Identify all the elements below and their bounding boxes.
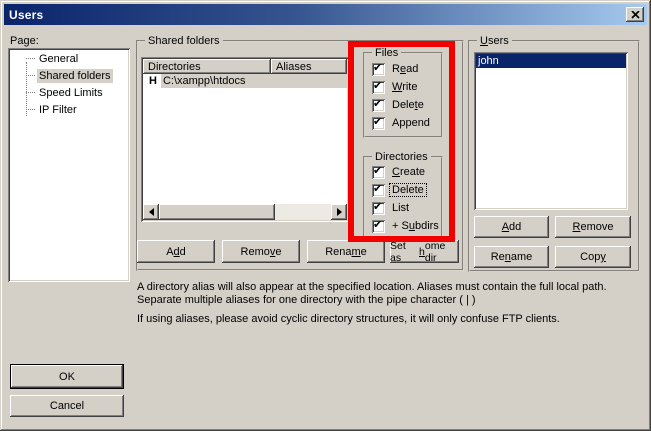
column-header-aliases[interactable]: Aliases bbox=[271, 59, 347, 74]
users-group-label: Users bbox=[477, 35, 512, 47]
tree-line bbox=[26, 92, 35, 93]
shared-folder-row[interactable]: H C:\xampp\htdocs bbox=[143, 74, 347, 88]
users-dialog: Users Page: General Shared folders Speed… bbox=[0, 0, 651, 431]
title-bar[interactable]: Users bbox=[4, 4, 647, 25]
tree-line bbox=[26, 109, 35, 110]
remove-user-button[interactable]: Remove bbox=[555, 216, 631, 238]
scrollbar-track[interactable] bbox=[275, 204, 331, 220]
tree-line bbox=[26, 58, 35, 59]
ok-button[interactable]: OK bbox=[10, 364, 124, 389]
alias-warning-text: If using aliases, please avoid cyclic di… bbox=[137, 313, 647, 326]
set-as-home-dir-button[interactable]: Set as home dir bbox=[390, 240, 459, 263]
shared-folders-group-label: Shared folders bbox=[145, 35, 223, 47]
tree-item-speed-limits[interactable]: Speed Limits bbox=[10, 84, 128, 101]
cancel-button[interactable]: Cancel bbox=[10, 395, 124, 417]
scrollbar-thumb[interactable] bbox=[159, 204, 275, 220]
shared-folders-list[interactable]: Directories Aliases H C:\xampp\htdocs bbox=[141, 57, 349, 222]
tree-line bbox=[26, 75, 35, 76]
copy-user-button[interactable]: Copy bbox=[555, 246, 631, 268]
page-label: Page: bbox=[10, 35, 39, 47]
scroll-right-button[interactable] bbox=[331, 204, 347, 220]
home-marker: H bbox=[143, 75, 161, 87]
window-title: Users bbox=[4, 8, 43, 22]
annotation-rectangle bbox=[348, 41, 455, 242]
rename-user-button[interactable]: Rename bbox=[474, 246, 549, 268]
column-header-directories[interactable]: Directories bbox=[143, 59, 271, 74]
horizontal-scrollbar[interactable] bbox=[143, 204, 347, 220]
scroll-right-icon bbox=[337, 208, 342, 216]
remove-folder-button[interactable]: Remove bbox=[222, 240, 300, 263]
scroll-left-icon bbox=[149, 208, 154, 216]
alias-description-text: A directory alias will also appear at th… bbox=[137, 281, 647, 307]
list-header: Directories Aliases bbox=[143, 59, 347, 74]
rename-folder-button[interactable]: Rename bbox=[307, 240, 385, 263]
page-tree[interactable]: General Shared folders Speed Limits IP F… bbox=[8, 48, 130, 282]
directory-path: C:\xampp\htdocs bbox=[161, 74, 347, 88]
close-button[interactable] bbox=[626, 7, 644, 22]
add-user-button[interactable]: Add bbox=[474, 216, 549, 238]
users-list[interactable]: john bbox=[474, 52, 628, 210]
tree-item-ip-filter[interactable]: IP Filter bbox=[10, 101, 128, 118]
tree-item-shared-folders[interactable]: Shared folders bbox=[10, 67, 128, 84]
tree-item-general[interactable]: General bbox=[10, 50, 128, 67]
scroll-left-button[interactable] bbox=[143, 204, 159, 220]
close-icon bbox=[631, 11, 640, 19]
user-row-john[interactable]: john bbox=[476, 54, 626, 68]
add-folder-button[interactable]: Add bbox=[137, 240, 215, 263]
